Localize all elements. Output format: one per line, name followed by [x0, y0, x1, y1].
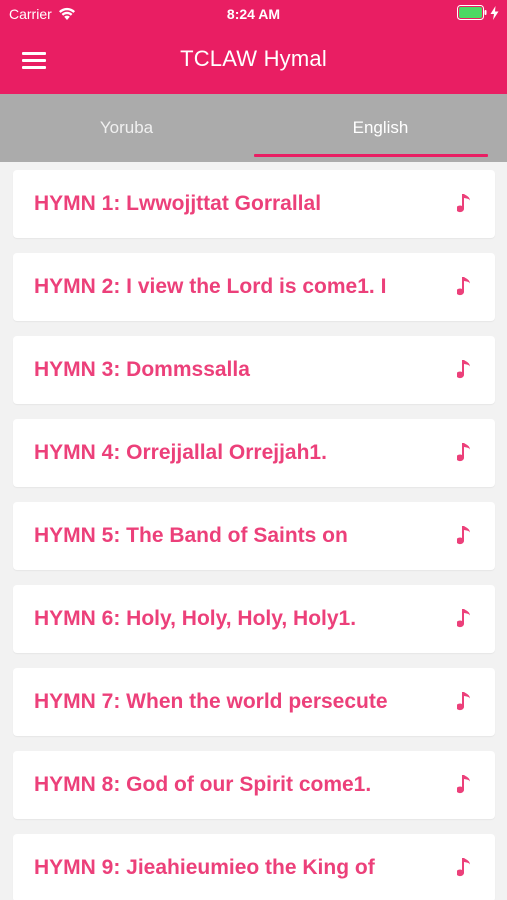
- status-time: 8:24 AM: [226, 6, 281, 22]
- music-note-icon[interactable]: [456, 524, 473, 548]
- hymn-list-item[interactable]: HYMN 9: Jieahieumieo the King of: [13, 834, 495, 900]
- hymn-list-item[interactable]: HYMN 3: Dommssalla: [13, 336, 495, 404]
- tab-yoruba[interactable]: Yoruba: [0, 94, 253, 162]
- app-title: TCLAW Hymal: [180, 46, 327, 71]
- hymn-list-item[interactable]: HYMN 4: Orrejjallal Orrejjah1.: [13, 419, 495, 487]
- language-tabs: Yoruba English: [0, 94, 507, 162]
- hymn-title: HYMN 2: I view the Lord is come1. I: [34, 275, 387, 298]
- battery-icon: [457, 5, 487, 20]
- status-right: [457, 5, 499, 20]
- hymn-list-item[interactable]: HYMN 1: Lwwojjttat Gorrallal: [13, 170, 495, 238]
- tab-english[interactable]: English: [254, 94, 507, 162]
- hymn-list-item[interactable]: HYMN 7: When the world persecute: [13, 668, 495, 736]
- music-note-icon[interactable]: [456, 441, 473, 465]
- music-note-icon[interactable]: [456, 773, 473, 797]
- tab-selected-indicator: [254, 154, 488, 157]
- hymn-title: HYMN 7: When the world persecute: [34, 690, 388, 713]
- hymn-title: HYMN 9: Jieahieumieo the King of: [34, 856, 375, 879]
- hymn-title: HYMN 4: Orrejjallal Orrejjah1.: [34, 441, 327, 464]
- music-note-icon[interactable]: [456, 690, 473, 714]
- hymn-title: HYMN 8: God of our Spirit come1.: [34, 773, 372, 796]
- music-note-icon[interactable]: [456, 358, 473, 382]
- music-note-icon[interactable]: [456, 607, 473, 631]
- hymn-list-item[interactable]: HYMN 5: The Band of Saints on: [13, 502, 495, 570]
- hymn-title: HYMN 5: The Band of Saints on: [34, 524, 348, 547]
- hymn-list-item[interactable]: HYMN 8: God of our Spirit come1.: [13, 751, 495, 819]
- status-bar: Carrier 8:24 AM: [0, 0, 507, 28]
- hymn-title: HYMN 3: Dommssalla: [34, 358, 250, 381]
- app-bar: TCLAW Hymal: [0, 28, 507, 94]
- music-note-icon[interactable]: [456, 192, 473, 216]
- hymn-list-item[interactable]: HYMN 6: Holy, Holy, Holy, Holy1.: [13, 585, 495, 653]
- hymn-title: HYMN 6: Holy, Holy, Holy, Holy1.: [34, 607, 357, 630]
- hymn-list[interactable]: HYMN 1: Lwwojjttat Gorrallal HYMN 2: I v…: [0, 162, 507, 900]
- music-note-icon[interactable]: [456, 856, 473, 880]
- charging-icon: [490, 5, 499, 20]
- hymn-list-item[interactable]: HYMN 2: I view the Lord is come1. I: [13, 253, 495, 321]
- hymn-title: HYMN 1: Lwwojjttat Gorrallal: [34, 192, 322, 215]
- music-note-icon[interactable]: [456, 275, 473, 299]
